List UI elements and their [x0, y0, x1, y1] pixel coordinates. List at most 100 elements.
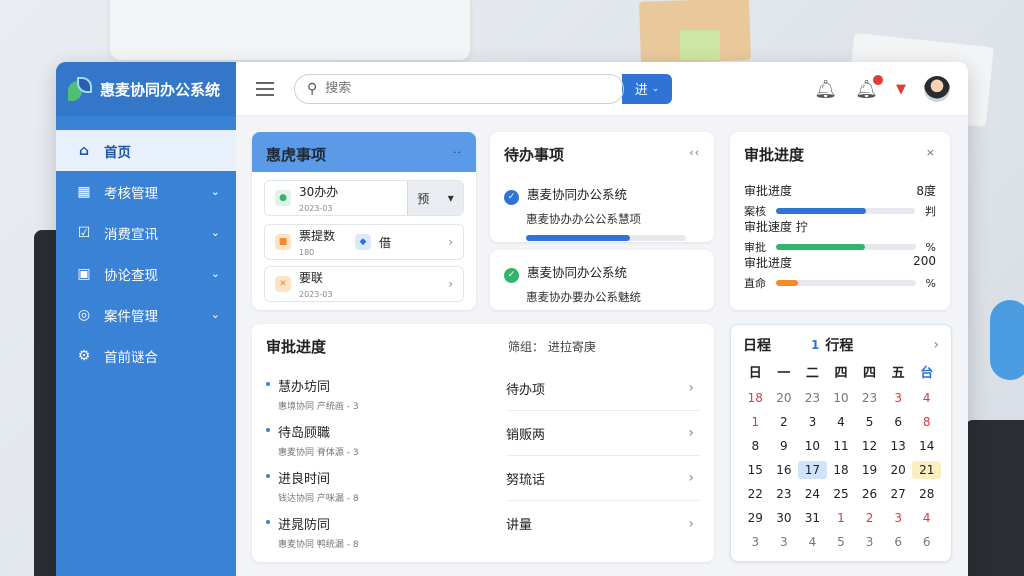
calendar-day[interactable]: 26: [855, 485, 884, 503]
calendar-day[interactable]: 24: [798, 485, 827, 503]
pending-select[interactable]: 预 ▾: [407, 181, 463, 215]
calendar-day[interactable]: 4: [798, 533, 827, 551]
calendar-day[interactable]: 6: [884, 533, 913, 551]
calendar-day[interactable]: 3: [798, 413, 827, 431]
calendar-day[interactable]: 28: [912, 485, 941, 503]
calendar-day[interactable]: 2: [770, 413, 799, 431]
sidebar-item-discussion[interactable]: ▣ 协论查现 ⌄: [56, 253, 236, 294]
calendar-day[interactable]: 30: [770, 509, 799, 527]
close-icon[interactable]: ×: [926, 146, 936, 159]
more-icon[interactable]: ··: [453, 146, 462, 159]
calendar-day[interactable]: 22: [741, 485, 770, 503]
list-item[interactable]: 讲量 ›: [506, 501, 700, 546]
bell-icon[interactable]: 🔔︎: [814, 79, 837, 100]
pending-row-extra: 借: [379, 235, 392, 250]
calendar-day[interactable]: 23: [855, 389, 884, 407]
calendar-day[interactable]: 25: [827, 485, 856, 503]
list-item[interactable]: 销贩两 ›: [506, 411, 700, 456]
list-item[interactable]: 努琉话 ›: [506, 456, 700, 501]
calendar-day[interactable]: 18: [827, 461, 856, 479]
list-item[interactable]: 进晁防同 惠麦协同 鸭统漏 - 8: [266, 514, 496, 560]
calendar-day[interactable]: 17: [798, 461, 827, 479]
collapse-icon[interactable]: ‹‹: [689, 146, 700, 159]
notification-bell-icon[interactable]: 🔔︎: [855, 74, 883, 100]
chevron-down-icon: ⌄: [651, 83, 660, 94]
calendar-day[interactable]: 23: [798, 389, 827, 407]
filter-label[interactable]: 筛组： 进拉寄庚: [508, 338, 596, 355]
calendar-day[interactable]: 12: [855, 437, 884, 455]
calendar-day[interactable]: 3: [741, 533, 770, 551]
calendar-day[interactable]: 27: [884, 485, 913, 503]
list-item[interactable]: 待办项 ›: [506, 366, 700, 411]
calendar-day[interactable]: 1: [827, 509, 856, 527]
menu-icon[interactable]: [256, 81, 274, 96]
calendar-day[interactable]: 18: [741, 389, 770, 407]
sidebar-item-assessment[interactable]: ▦ 考核管理 ⌄: [56, 171, 236, 212]
calendar-day[interactable]: 4: [912, 509, 941, 527]
list-item[interactable]: 待岛顾職 惠麦协同 脊体源 - 3: [266, 422, 496, 468]
approval-row-label: 审批进度: [744, 256, 793, 270]
approval-progress-card: 审批进度 × 审批进度 8度 案核 判 审批速度 拧 审批% 审批进度 200 直命%: [730, 132, 950, 310]
pending-row[interactable]: ■ 票提数 180 ◆ 借 ›: [264, 224, 464, 260]
calendar-day[interactable]: 20: [884, 461, 913, 479]
todo-item[interactable]: ✓ 惠麦协同办公系统 惠麦协办办公公系慧项: [504, 184, 700, 241]
calendar-day[interactable]: 14: [912, 437, 941, 455]
approval-card-title: 审批进度: [744, 146, 805, 164]
list-item-sub: 惠境协同 产统画 - 3: [278, 402, 359, 412]
list-item-label: 讲量: [506, 518, 533, 533]
search-button[interactable]: 进 ⌄: [622, 73, 672, 104]
brand[interactable]: 惠麦协同办公系统: [56, 62, 236, 116]
calendar-day[interactable]: 20: [770, 389, 799, 407]
sidebar-item-settings[interactable]: ⚙ 首前谜合: [56, 335, 236, 376]
calendar-day[interactable]: 9: [770, 437, 799, 455]
calendar-day[interactable]: 10: [827, 389, 856, 407]
pending-select-value: 预: [417, 191, 430, 206]
todo-item[interactable]: ✓ 惠麦协同办公系统 惠麦协办要办公系魅统: [504, 262, 700, 305]
list-item-sub: 钱达协同 产咪漏 - 8: [278, 494, 359, 504]
calendar-day[interactable]: 4: [827, 413, 856, 431]
check-circle-icon: ✓: [504, 190, 519, 205]
calendar-day[interactable]: 8: [912, 413, 941, 431]
calendar-day[interactable]: 2: [855, 509, 884, 527]
sidebar-item-home[interactable]: ⌂ 首页: [56, 130, 236, 171]
calendar-day[interactable]: 29: [741, 509, 770, 527]
calendar-day[interactable]: 6: [912, 533, 941, 551]
sidebar-item-cases[interactable]: ◎ 案件管理 ⌄: [56, 294, 236, 335]
calendar-day[interactable]: 8: [741, 437, 770, 455]
avatar[interactable]: [924, 76, 950, 102]
calendar-day[interactable]: 3: [884, 509, 913, 527]
list-item[interactable]: 慧办坊同 惠境协同 产统画 - 3: [266, 376, 496, 422]
approval-row-sub: 审批: [744, 241, 766, 254]
calendar-day[interactable]: 5: [827, 533, 856, 551]
calendar-day[interactable]: 4: [912, 389, 941, 407]
sidebar-item-label: 首页: [104, 144, 131, 161]
calendar-day[interactable]: 15: [741, 461, 770, 479]
list-item[interactable]: 进良时间 钱达协同 产咪漏 - 8: [266, 468, 496, 514]
approval-row-label: 审批速度 拧: [744, 220, 808, 234]
calendar-day[interactable]: 11: [827, 437, 856, 455]
calendar-day[interactable]: 19: [855, 461, 884, 479]
sidebar-item-label: 案件管理: [104, 308, 158, 325]
calendar-day[interactable]: 6: [884, 413, 913, 431]
calendar-day[interactable]: 31: [798, 509, 827, 527]
pending-row-title: 30办办: [299, 184, 339, 199]
calendar-day[interactable]: 3: [884, 389, 913, 407]
calendar-day[interactable]: 3: [770, 533, 799, 551]
calendar-day[interactable]: 5: [855, 413, 884, 431]
calendar-day[interactable]: 23: [770, 485, 799, 503]
calendar-day[interactable]: 13: [884, 437, 913, 455]
calendar-day[interactable]: 10: [798, 437, 827, 455]
todo-card-title: 待办事项: [504, 146, 565, 164]
chevron-right-icon[interactable]: ›: [933, 337, 939, 353]
sidebar-item-news[interactable]: ☑ 消费宣讯 ⌄: [56, 212, 236, 253]
flag-icon[interactable]: ▼: [896, 82, 906, 97]
calendar-day[interactable]: 16: [770, 461, 799, 479]
pending-row[interactable]: ● 30办办 2023-03 预 ▾: [264, 180, 464, 216]
pending-row[interactable]: ✕ 要联 2023-03 ›: [264, 266, 464, 302]
calendar-day[interactable]: 3: [855, 533, 884, 551]
chevron-right-icon: ›: [688, 425, 694, 441]
todo-item-sub: 惠麦协办办公公系慧项: [526, 212, 641, 226]
calendar-day[interactable]: 1: [741, 413, 770, 431]
calendar-day[interactable]: 21: [912, 461, 941, 479]
search-input[interactable]: [325, 81, 556, 96]
